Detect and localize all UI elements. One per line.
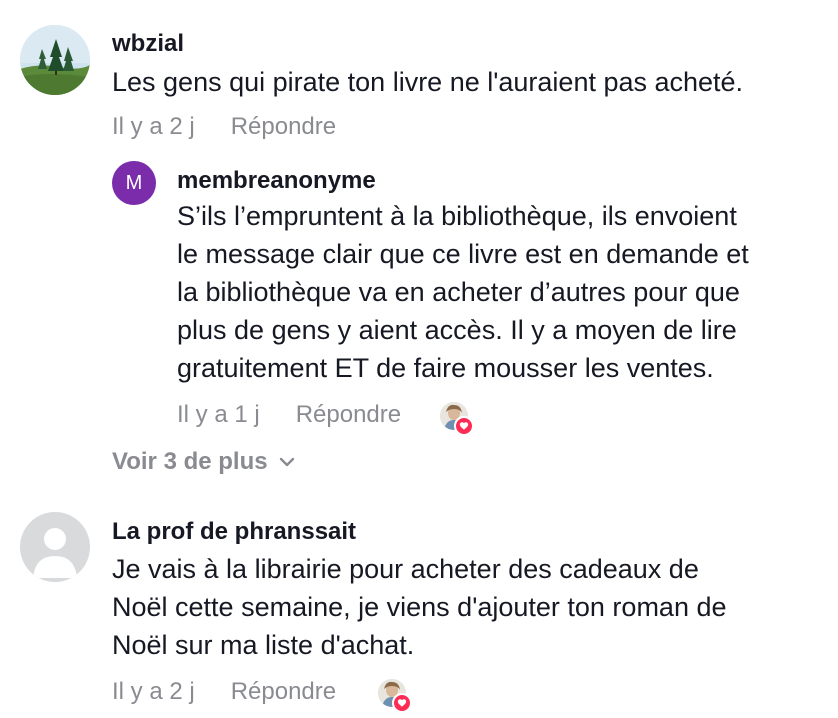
reply-text-line: gratuitement ET de faire mousser les ven… bbox=[177, 353, 714, 383]
reply-text-line: S’ils l’empruntent à la bibliothèque, il… bbox=[177, 201, 737, 231]
reply-text-line: la bibliothèque va en acheter d’autres p… bbox=[177, 277, 740, 307]
reply-text-line: le message clair que ce livre est en dem… bbox=[177, 239, 749, 269]
comment-meta: Il y a 2 j Répondre bbox=[112, 113, 336, 141]
reply-username[interactable]: membreanonyme bbox=[177, 167, 376, 195]
comment-text-line: Noël cette semaine, je viens d'ajouter t… bbox=[112, 592, 727, 622]
comment-username[interactable]: La prof de phranssait bbox=[112, 518, 356, 546]
user-avatar[interactable]: M bbox=[112, 161, 156, 205]
reply-button[interactable]: Répondre bbox=[296, 401, 401, 429]
comment-time: Il y a 2 j bbox=[112, 678, 195, 705]
comment-time: Il y a 2 j bbox=[112, 113, 195, 140]
reply-text-line: plus de gens y aient accès. Il y a moyen… bbox=[177, 315, 737, 345]
comment-text-line: Noël sur ma liste d'achat. bbox=[112, 630, 415, 660]
creator-liked-badge bbox=[378, 679, 412, 713]
reply-time: Il y a 1 j bbox=[177, 401, 260, 428]
landscape-avatar-image bbox=[20, 25, 90, 95]
comment-item: wbzial Les gens qui pirate ton livre ne … bbox=[0, 0, 838, 490]
creator-liked-badge bbox=[440, 402, 474, 436]
comment-username[interactable]: wbzial bbox=[112, 30, 184, 58]
default-avatar-icon bbox=[20, 512, 90, 582]
comment-text-line: Je vais à la librairie pour acheter des … bbox=[112, 554, 699, 584]
reply-meta: Il y a 1 j Répondre bbox=[177, 401, 401, 429]
avatar-initial: M bbox=[125, 171, 143, 194]
see-more-replies-button[interactable]: Voir 3 de plus bbox=[112, 448, 296, 476]
comment-text: Les gens qui pirate ton livre ne l'aurai… bbox=[112, 67, 744, 97]
comment-meta: Il y a 2 j Répondre bbox=[112, 678, 336, 706]
heart-icon bbox=[454, 416, 474, 436]
chevron-down-icon bbox=[279, 457, 294, 467]
heart-icon bbox=[392, 693, 412, 713]
reply-button[interactable]: Répondre bbox=[231, 678, 336, 706]
reply-button[interactable]: Répondre bbox=[231, 113, 336, 141]
user-avatar[interactable] bbox=[20, 25, 90, 95]
comment-item: La prof de phranssait Je vais à la libra… bbox=[0, 490, 838, 718]
user-avatar[interactable] bbox=[20, 512, 90, 582]
see-more-label: Voir 3 de plus bbox=[112, 448, 268, 475]
